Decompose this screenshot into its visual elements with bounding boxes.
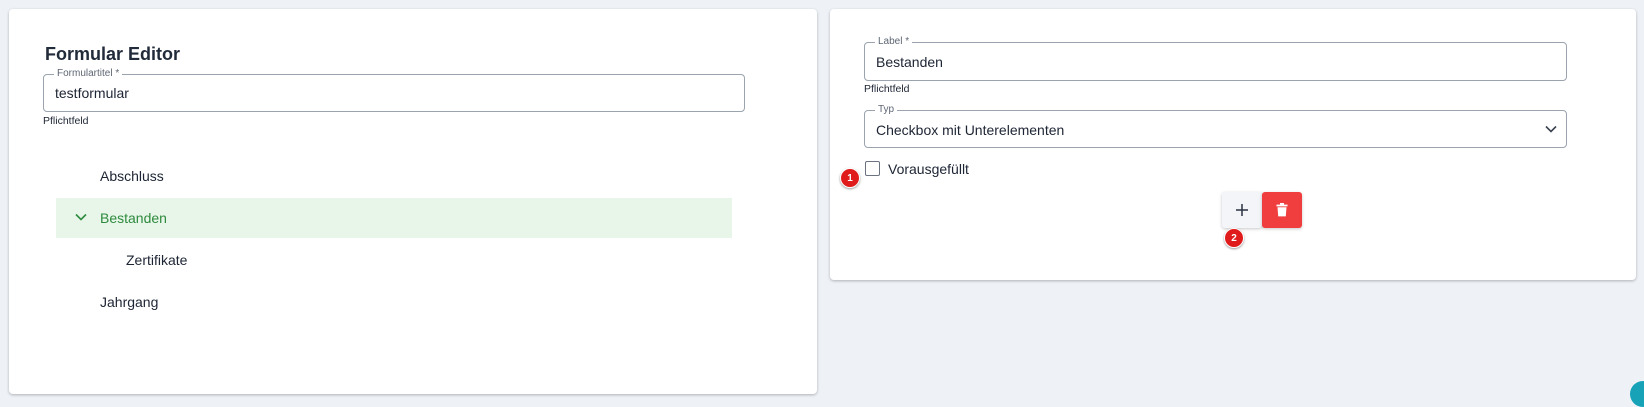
prefilled-checkbox[interactable] <box>865 161 880 176</box>
form-editor-panel: Formular Editor Formulartitel * testform… <box>9 9 817 394</box>
tree-item-zertifikate[interactable]: Zertifikate <box>56 240 732 280</box>
tree-item-label: Zertifikate <box>126 252 188 268</box>
tree-item-jahrgang[interactable]: Jahrgang <box>56 282 732 322</box>
tree-item-label: Bestanden <box>100 210 167 226</box>
label-input[interactable]: Bestanden <box>876 54 943 70</box>
tree-item-bestanden[interactable]: Bestanden <box>56 198 732 238</box>
trash-icon <box>1276 203 1288 217</box>
type-select[interactable]: Typ Checkbox mit Unterelementen <box>864 104 1567 148</box>
label-helper: Pflichtfeld <box>864 83 910 95</box>
chevron-down-icon[interactable] <box>1544 122 1558 136</box>
type-select-label: Typ <box>875 104 898 116</box>
plus-icon <box>1236 204 1248 216</box>
prefilled-checkbox-label: Vorausgefüllt <box>888 161 969 177</box>
chevron-down-icon[interactable] <box>74 210 88 224</box>
form-title-helper: Pflichtfeld <box>43 115 89 127</box>
corner-fab[interactable] <box>1630 381 1644 407</box>
tree-item-abschluss[interactable]: Abschluss <box>56 156 732 196</box>
delete-button[interactable] <box>1262 192 1302 228</box>
annotation-badge-1: 1 <box>840 168 860 188</box>
label-field[interactable]: Label * Bestanden <box>864 36 1567 81</box>
label-field-label: Label * <box>875 36 913 48</box>
add-button[interactable] <box>1222 192 1262 228</box>
form-title-field[interactable]: Formulartitel * testformular <box>43 68 745 112</box>
type-select-value: Checkbox mit Unterelementen <box>876 122 1065 138</box>
form-title-label: Formulartitel * <box>54 68 123 80</box>
form-title-input[interactable]: testformular <box>55 85 129 101</box>
annotation-badge-2: 2 <box>1224 228 1244 248</box>
tree-item-label: Jahrgang <box>100 294 159 310</box>
tree-item-label: Abschluss <box>100 168 164 184</box>
panel-title: Formular Editor <box>45 44 181 64</box>
